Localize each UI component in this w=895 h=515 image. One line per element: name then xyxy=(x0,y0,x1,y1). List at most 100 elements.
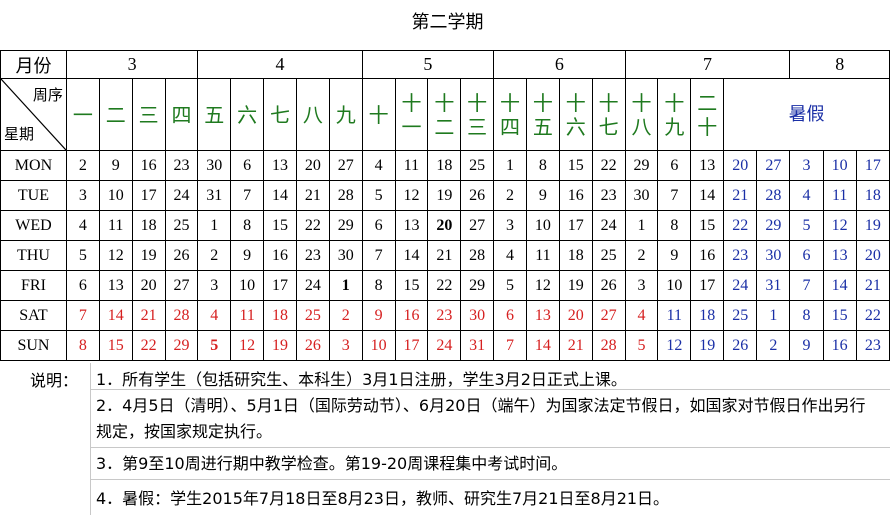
note-divider xyxy=(90,363,91,515)
date-cell: 1 xyxy=(328,270,363,301)
week-number-label: 十一 xyxy=(401,90,422,139)
month-cell: 6 xyxy=(493,50,626,79)
date-cell: 11 xyxy=(525,240,560,271)
date-cell: 25 xyxy=(460,150,495,181)
week-number-cell: 八 xyxy=(295,78,330,151)
date-cell: 18 xyxy=(558,240,593,271)
date-cell: 12 xyxy=(657,330,692,361)
note-divider xyxy=(90,447,890,448)
date-cell: 20 xyxy=(427,210,462,241)
date-cell: 14 xyxy=(822,270,857,301)
date-cell: 31 xyxy=(756,270,791,301)
date-cell: 13 xyxy=(690,150,725,181)
date-cell: 16 xyxy=(690,240,725,271)
weekday-label: SUN xyxy=(0,330,67,361)
date-cell: 18 xyxy=(855,180,891,211)
date-cell: 20 xyxy=(723,150,758,181)
week-number-label: 十九 xyxy=(664,90,685,139)
date-cell: 19 xyxy=(427,180,462,211)
week-number-cell: 六 xyxy=(230,78,265,151)
date-cell: 17 xyxy=(263,270,297,301)
date-cell: 19 xyxy=(131,240,166,271)
date-cell: 2 xyxy=(624,240,659,271)
date-cell: 6 xyxy=(230,150,265,181)
date-cell: 2 xyxy=(328,300,363,331)
date-cell: 3 xyxy=(197,270,232,301)
week-number-cell: 十九 xyxy=(657,78,692,151)
date-cell: 2 xyxy=(756,330,791,361)
date-cell: 14 xyxy=(263,180,297,211)
calendar-sheet: 第二学期 月份 3 4 5 6 7 8 周序 星期一二三四五六七八九十十一 十二 十三 十四 十五 十六十… xyxy=(0,0,895,515)
date-cell: 9 xyxy=(789,330,824,361)
date-cell: 11 xyxy=(822,180,857,211)
week-number-label: 十五 xyxy=(532,90,553,139)
date-cell: 14 xyxy=(394,240,429,271)
date-cell: 27 xyxy=(591,300,626,331)
weekday-label: MON xyxy=(0,150,67,181)
week-number-cell: 十七 xyxy=(591,78,626,151)
date-cell: 26 xyxy=(591,270,626,301)
date-cell: 5 xyxy=(65,240,100,271)
date-cell: 14 xyxy=(690,180,725,211)
date-cell: 28 xyxy=(591,330,626,361)
date-cell: 1 xyxy=(493,150,527,181)
date-cell: 11 xyxy=(657,300,692,331)
month-cell: 3 xyxy=(65,50,199,79)
date-cell: 24 xyxy=(591,210,626,241)
date-cell: 24 xyxy=(164,180,199,211)
day-row: FRI 6 13 20 27 3 10 17 24 1 8 15 22 29 5 12 19 26 3 10 17 24 3… xyxy=(0,270,891,301)
date-cell: 15 xyxy=(558,150,593,181)
date-cell: 8 xyxy=(789,300,824,331)
date-cell: 16 xyxy=(263,240,297,271)
week-number-label: 八 xyxy=(302,102,323,127)
date-cell: 25 xyxy=(295,300,330,331)
date-cell: 30 xyxy=(624,180,659,211)
date-cell: 15 xyxy=(263,210,297,241)
date-cell: 12 xyxy=(525,270,560,301)
date-cell: 1 xyxy=(197,210,232,241)
date-cell: 19 xyxy=(855,210,891,241)
week-number-label: 十二 xyxy=(434,90,455,139)
week-number-label: 十八 xyxy=(631,90,652,139)
date-cell: 17 xyxy=(855,150,891,181)
date-cell: 20 xyxy=(131,270,166,301)
date-cell: 7 xyxy=(65,300,100,331)
date-cell: 6 xyxy=(361,210,396,241)
month-cell: 7 xyxy=(624,50,791,79)
date-cell: 30 xyxy=(328,240,363,271)
week-number-cell: 三 xyxy=(131,78,166,151)
date-cell: 26 xyxy=(164,240,199,271)
date-cell: 5 xyxy=(624,330,659,361)
date-cell: 8 xyxy=(525,150,560,181)
date-cell: 11 xyxy=(394,150,429,181)
date-cell: 3 xyxy=(328,330,363,361)
date-cell: 9 xyxy=(98,150,133,181)
week-number-label: 十 xyxy=(368,102,389,127)
week-number-label: 三 xyxy=(138,102,159,127)
date-cell: 3 xyxy=(493,210,527,241)
date-cell: 27 xyxy=(164,270,199,301)
date-cell: 15 xyxy=(98,330,133,361)
date-cell: 20 xyxy=(855,240,891,271)
date-cell: 7 xyxy=(230,180,265,211)
date-cell: 26 xyxy=(295,330,330,361)
note-divider xyxy=(90,479,890,480)
date-cell: 4 xyxy=(624,300,659,331)
date-cell: 30 xyxy=(197,150,232,181)
date-cell: 30 xyxy=(756,240,791,271)
date-cell: 8 xyxy=(65,330,100,361)
day-row: MON 2 9 16 23 30 6 13 20 27 4 11 18 25 1 8 15 22 29 6 13 20 27… xyxy=(0,150,891,181)
date-cell: 22 xyxy=(427,270,462,301)
week-number-label: 五 xyxy=(204,102,225,127)
date-cell: 5 xyxy=(197,330,232,361)
date-cell: 25 xyxy=(164,210,199,241)
week-header-label: 周序 xyxy=(32,86,63,104)
date-cell: 6 xyxy=(657,150,692,181)
date-cell: 24 xyxy=(295,270,330,301)
date-cell: 27 xyxy=(328,150,363,181)
week-number-cell: 一 xyxy=(65,78,100,151)
page-title: 第二学期 xyxy=(411,12,484,33)
date-cell: 21 xyxy=(855,270,891,301)
date-cell: 6 xyxy=(65,270,100,301)
date-cell: 21 xyxy=(427,240,462,271)
